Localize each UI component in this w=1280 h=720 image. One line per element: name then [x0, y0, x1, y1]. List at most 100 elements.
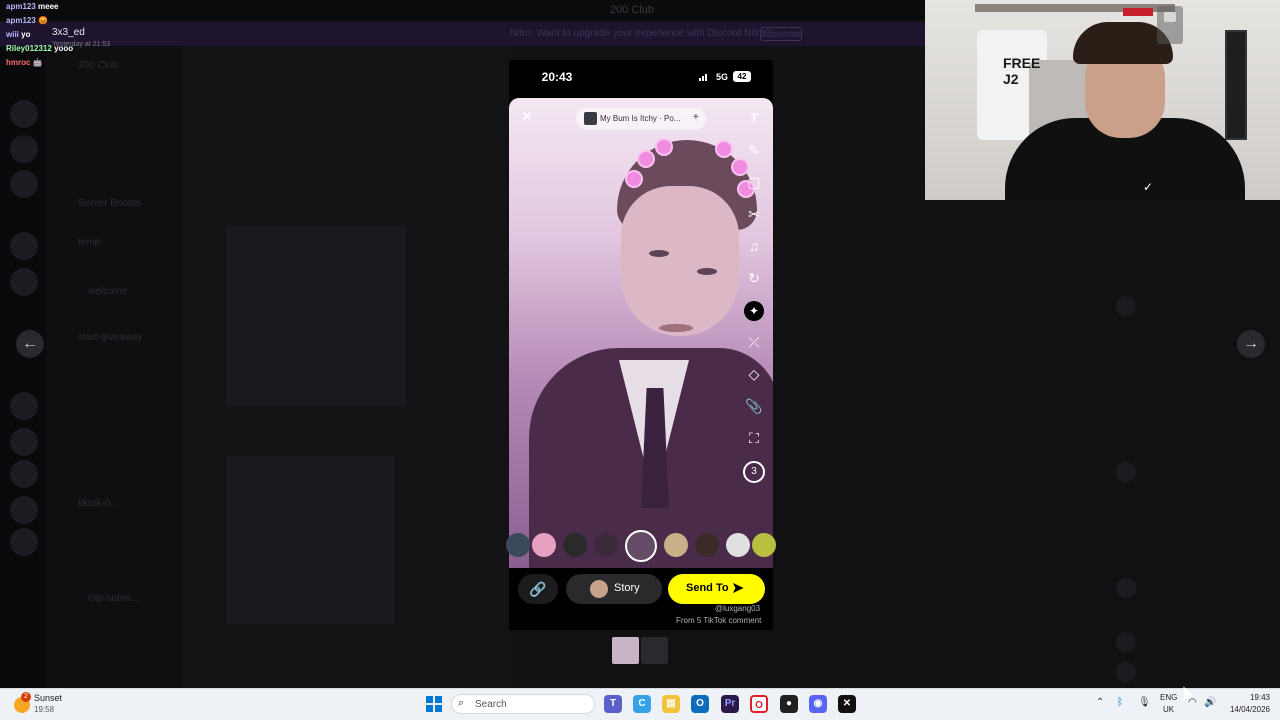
magic-eraser-icon[interactable]: ⤫ — [744, 334, 764, 351]
text-tool-icon[interactable]: T — [744, 110, 764, 126]
server-icon[interactable] — [10, 170, 38, 198]
chat-line: apm123 meee — [6, 2, 59, 11]
channel-item[interactable]: start-giveaway — [78, 332, 142, 343]
member-avatar[interactable] — [1116, 632, 1136, 652]
chat-line: apm123 😡 — [6, 16, 48, 25]
opera-gx-icon[interactable]: O — [750, 695, 768, 713]
lens-item[interactable] — [752, 533, 776, 557]
channel-item[interactable]: tiktok-0... — [78, 498, 119, 509]
clock-time[interactable]: 19:43 — [1226, 693, 1270, 702]
weather-time: 19:58 — [34, 705, 55, 714]
channel-item[interactable]: temp — [78, 237, 100, 248]
lens-item[interactable] — [695, 533, 719, 557]
file-explorer-icon[interactable]: ▤ — [662, 695, 680, 713]
lens-item[interactable] — [594, 533, 618, 557]
signal-icon — [699, 73, 709, 81]
lens-item[interactable] — [563, 533, 587, 557]
sticker-icon[interactable]: ▢ — [744, 174, 764, 191]
sparkle-icon[interactable]: ✦ — [744, 301, 764, 321]
member-avatar[interactable] — [1116, 662, 1136, 682]
story-label: Story — [614, 582, 640, 594]
link-icon[interactable]: 🔗 — [518, 574, 558, 604]
close-icon[interactable]: ✕ — [521, 108, 533, 125]
discord-window-title: 200 Club — [610, 4, 655, 16]
server-icon[interactable] — [10, 428, 38, 456]
member-avatar[interactable] — [1116, 578, 1136, 598]
server-icon[interactable] — [10, 100, 38, 128]
chat-message: meee — [38, 2, 59, 11]
server-icon[interactable] — [10, 496, 38, 524]
message-image[interactable] — [226, 456, 394, 624]
battery-icon: 42 — [733, 71, 751, 82]
capcut-icon[interactable]: ✕ — [838, 695, 856, 713]
lens-selected[interactable] — [625, 530, 657, 562]
next-arrow-icon[interactable]: → — [1237, 330, 1265, 358]
member-avatar[interactable] — [1116, 462, 1136, 482]
notification-badge: 2 — [21, 692, 31, 702]
wifi-icon[interactable]: ◠ — [1188, 697, 1197, 708]
channel-item[interactable]: Server Boosts — [78, 198, 141, 209]
server-icon[interactable] — [10, 268, 38, 296]
tiktok-caption: From 5 TikTok comment — [676, 616, 762, 625]
channel-list — [46, 46, 182, 688]
volume-icon[interactable]: 🔊 — [1204, 697, 1216, 708]
server-icon[interactable] — [10, 528, 38, 556]
language-region: UK — [1163, 705, 1175, 714]
chat-username: apm123 — [6, 2, 36, 11]
add-sound-icon[interactable]: + — [693, 112, 699, 123]
pencil-icon[interactable]: ✎ — [744, 142, 764, 159]
status-time: 20:43 — [541, 70, 573, 84]
teams-icon[interactable]: T — [604, 695, 622, 713]
nitro-subscribe-button[interactable]: Subscribe — [760, 27, 802, 41]
discord-icon[interactable]: ◉ — [809, 695, 827, 713]
lens-item[interactable] — [506, 533, 530, 557]
chat-message: 😡 — [38, 16, 48, 25]
chat-message: 🤖 — [32, 58, 43, 67]
chat-username: wiii — [6, 30, 19, 39]
timer-icon[interactable]: 3 — [743, 461, 765, 483]
chat-line: wiii yo — [6, 30, 30, 39]
scissors-icon[interactable]: ✂ — [744, 206, 764, 223]
taskbar-search[interactable] — [451, 694, 595, 714]
microphone-icon[interactable]: 🎙 — [1138, 697, 1151, 708]
lens-item[interactable] — [664, 533, 688, 557]
loop-icon[interactable]: ↻ — [744, 270, 764, 287]
clock-date: 14/04/2026 — [1229, 705, 1270, 714]
eraser-icon[interactable]: ◇ — [744, 366, 764, 383]
app-icon[interactable]: ● — [780, 695, 798, 713]
language-indicator[interactable]: ENG — [1160, 693, 1177, 702]
location-lens-icon[interactable] — [726, 533, 750, 557]
weather-label[interactable]: Sunset — [34, 693, 62, 703]
song-artwork — [584, 112, 597, 125]
attachment-thumbnail[interactable] — [641, 637, 668, 664]
server-icon[interactable] — [10, 460, 38, 488]
windows-start-icon[interactable] — [426, 696, 442, 712]
previous-arrow-icon[interactable]: ← — [16, 330, 44, 358]
message-author: 3x3_ed — [52, 27, 85, 38]
search-placeholder: Search — [475, 699, 507, 710]
crop-icon[interactable]: ⛶ — [744, 430, 764, 447]
screen: 200 Club Nitro: Want to upgrade your exp… — [0, 0, 1280, 720]
attachment-thumbnail[interactable] — [612, 637, 639, 664]
message-timestamp: Yesterday at 21:53 — [52, 41, 111, 48]
tray-chevron-icon[interactable]: ⌃ — [1096, 697, 1104, 708]
server-icon[interactable] — [10, 135, 38, 163]
snap-eye — [697, 268, 717, 275]
music-icon[interactable]: ♫ — [744, 238, 764, 254]
nitro-banner-text: Nitro: Want to upgrade your experience w… — [510, 28, 771, 39]
copilot-icon[interactable]: C — [633, 695, 651, 713]
paperclip-icon[interactable]: 📎 — [744, 398, 764, 415]
outlook-icon[interactable]: O — [691, 695, 709, 713]
chat-line: hmroc 🤖 — [6, 58, 43, 67]
member-avatar[interactable] — [1116, 296, 1136, 316]
bluetooth-icon[interactable]: ᛒ — [1117, 697, 1123, 708]
video-icon — [1164, 12, 1176, 22]
server-icon[interactable] — [10, 392, 38, 420]
server-icon[interactable] — [10, 232, 38, 260]
lens-item[interactable] — [532, 533, 556, 557]
premiere-pro-icon[interactable]: Pr — [721, 695, 739, 713]
jersey-text: FREE J2 — [1003, 55, 1041, 87]
message-image[interactable] — [226, 226, 406, 406]
channel-item[interactable]: welcome — [88, 286, 127, 297]
channel-item[interactable]: clip-subm... — [88, 593, 139, 604]
